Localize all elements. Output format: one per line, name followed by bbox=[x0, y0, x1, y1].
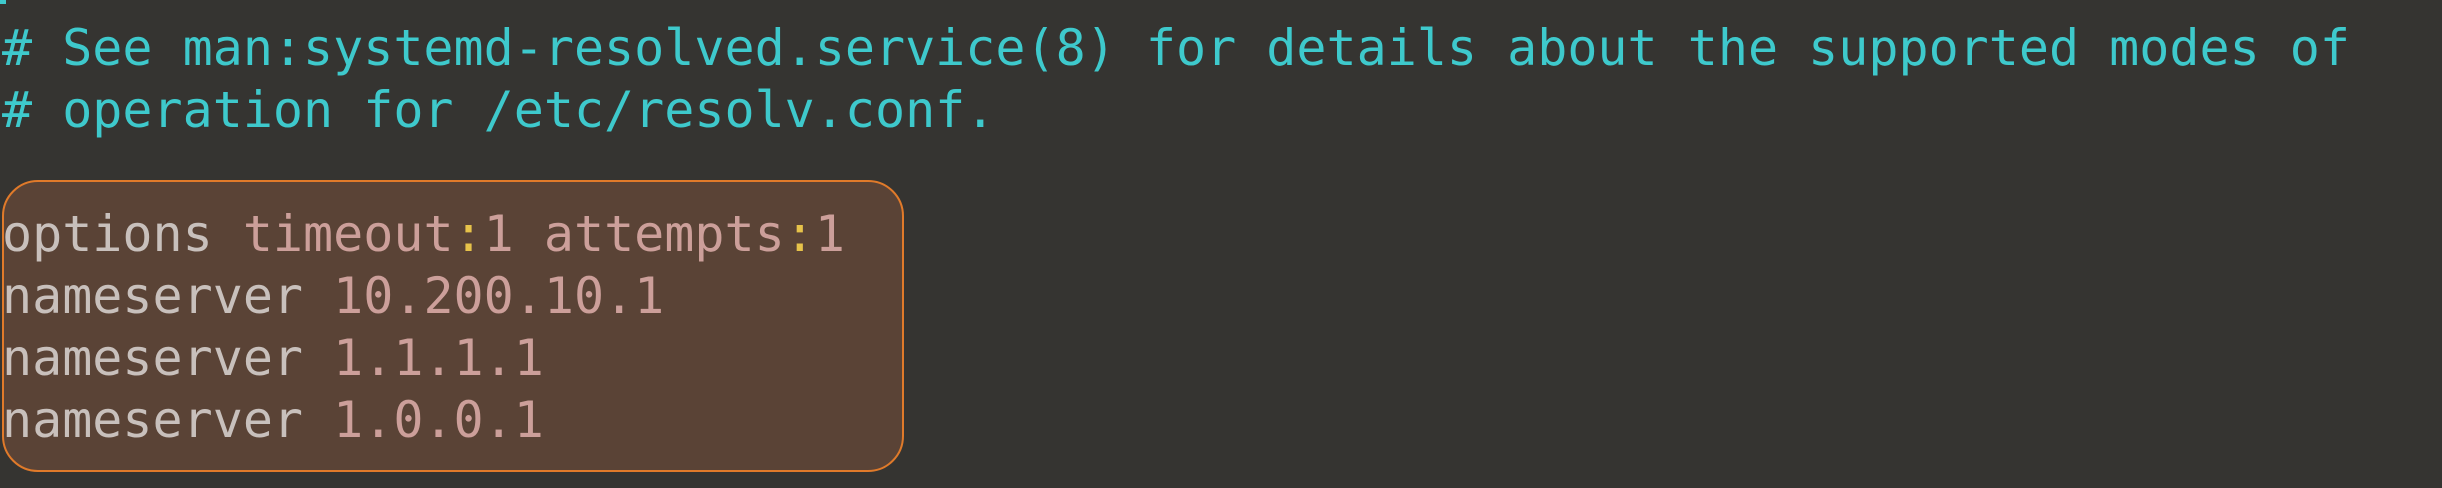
nameserver-address: 1.1.1.1 bbox=[333, 329, 544, 387]
nameserver-keyword: nameserver bbox=[2, 267, 304, 325]
timeout-colon: : bbox=[453, 205, 484, 263]
previous-line-fragment bbox=[0, 0, 6, 4]
nameserver-address: 10.200.10.1 bbox=[333, 267, 665, 325]
text-editor[interactable]: # See man:systemd-resolved.service(8) fo… bbox=[0, 0, 2442, 488]
attempts-option-value: 1 bbox=[814, 205, 845, 263]
nameserver-keyword: nameserver bbox=[2, 329, 304, 387]
comment-line-1: # See man:systemd-resolved.service(8) fo… bbox=[2, 19, 2350, 77]
attempts-option-name: attempts bbox=[543, 205, 785, 263]
timeout-option-name: timeout bbox=[242, 205, 454, 263]
nameserver-line-3: nameserver 1.0.0.1 bbox=[2, 389, 544, 451]
attempts-colon: : bbox=[784, 205, 815, 263]
nameserver-address: 1.0.0.1 bbox=[333, 391, 544, 449]
nameserver-line-2: nameserver 1.1.1.1 bbox=[2, 327, 544, 389]
options-keyword: options bbox=[2, 205, 213, 263]
comment-line-2: # operation for /etc/resolv.conf. bbox=[2, 81, 996, 139]
options-line: options timeout:1 attempts:1 bbox=[2, 203, 845, 265]
nameserver-line-1: nameserver 10.200.10.1 bbox=[2, 265, 664, 327]
nameserver-keyword: nameserver bbox=[2, 391, 304, 449]
timeout-option-value: 1 bbox=[483, 205, 514, 263]
